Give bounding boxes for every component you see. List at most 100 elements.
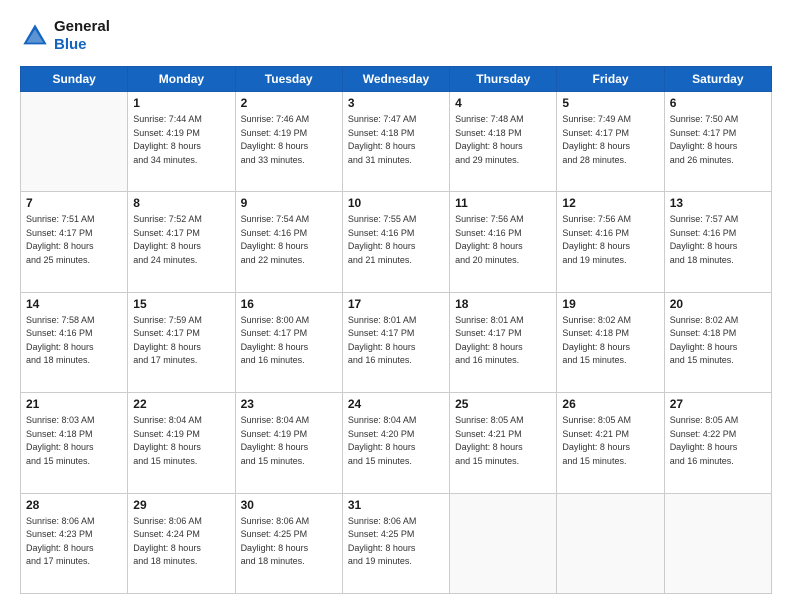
day-number: 25 (455, 397, 551, 411)
day-info: Sunrise: 8:05 AM Sunset: 4:21 PM Dayligh… (455, 414, 551, 468)
calendar-cell: 3Sunrise: 7:47 AM Sunset: 4:18 PM Daylig… (342, 92, 449, 192)
day-header-monday: Monday (128, 67, 235, 92)
calendar-cell: 7 Sunrise: 7:51 AM Sunset: 4:17 PM Daylig… (21, 192, 128, 292)
day-number: 10 (348, 196, 444, 210)
calendar-cell: 12 Sunrise: 7:56 AM Sunset: 4:16 PM Dayli… (557, 192, 664, 292)
day-header-sunday: Sunday (21, 67, 128, 92)
week-row-5: 28 Sunrise: 8:06 AM Sunset: 4:23 PM Dayli… (21, 493, 772, 593)
calendar-cell: 30 Sunrise: 8:06 AM Sunset: 4:25 PM Dayli… (235, 493, 342, 593)
day-info: Sunrise: 7:44 AM Sunset: 4:19 PM Dayligh… (133, 113, 229, 167)
day-info: Sunrise: 7:59 AM Sunset: 4:17 PM Dayligh… (133, 314, 229, 368)
logo: General Blue (20, 18, 110, 54)
calendar-cell: 24Sunrise: 8:04 AM Sunset: 4:20 PM Dayli… (342, 393, 449, 493)
day-number: 7 (26, 196, 122, 210)
day-number: 29 (133, 498, 229, 512)
calendar-cell (664, 493, 771, 593)
calendar-cell: 4 Sunrise: 7:48 AM Sunset: 4:18 PM Daylig… (450, 92, 557, 192)
calendar-cell (450, 493, 557, 593)
day-number: 26 (562, 397, 658, 411)
calendar-cell: 9Sunrise: 7:54 AM Sunset: 4:16 PM Daylig… (235, 192, 342, 292)
day-header-thursday: Thursday (450, 67, 557, 92)
day-info: Sunrise: 7:56 AM Sunset: 4:16 PM Dayligh… (562, 213, 658, 267)
day-number: 4 (455, 96, 551, 110)
day-info: Sunrise: 8:04 AM Sunset: 4:19 PM Dayligh… (241, 414, 337, 468)
calendar-cell: 22 Sunrise: 8:04 AM Sunset: 4:19 PM Dayli… (128, 393, 235, 493)
calendar-cell: 10 Sunrise: 7:55 AM Sunset: 4:16 PM Dayli… (342, 192, 449, 292)
calendar-cell: 8 Sunrise: 7:52 AM Sunset: 4:17 PM Daylig… (128, 192, 235, 292)
day-number: 19 (562, 297, 658, 311)
day-info: Sunrise: 8:06 AM Sunset: 4:23 PM Dayligh… (26, 515, 122, 569)
day-number: 1 (133, 96, 229, 110)
calendar-cell: 15 Sunrise: 7:59 AM Sunset: 4:17 PM Dayli… (128, 292, 235, 392)
calendar-cell: 1 Sunrise: 7:44 AM Sunset: 4:19 PM Daylig… (128, 92, 235, 192)
day-info: Sunrise: 8:03 AM Sunset: 4:18 PM Dayligh… (26, 414, 122, 468)
calendar-cell: 17Sunrise: 8:01 AM Sunset: 4:17 PM Dayli… (342, 292, 449, 392)
day-info: Sunrise: 7:57 AM Sunset: 4:16 PM Dayligh… (670, 213, 766, 267)
day-number: 13 (670, 196, 766, 210)
day-number: 2 (241, 96, 337, 110)
day-info: Sunrise: 7:51 AM Sunset: 4:17 PM Dayligh… (26, 213, 122, 267)
calendar-cell (21, 92, 128, 192)
week-row-2: 7 Sunrise: 7:51 AM Sunset: 4:17 PM Daylig… (21, 192, 772, 292)
calendar-cell: 18Sunrise: 8:01 AM Sunset: 4:17 PM Dayli… (450, 292, 557, 392)
day-header-tuesday: Tuesday (235, 67, 342, 92)
day-number: 17 (348, 297, 444, 311)
week-row-1: 1 Sunrise: 7:44 AM Sunset: 4:19 PM Daylig… (21, 92, 772, 192)
calendar-cell: 29 Sunrise: 8:06 AM Sunset: 4:24 PM Dayli… (128, 493, 235, 593)
day-info: Sunrise: 8:04 AM Sunset: 4:19 PM Dayligh… (133, 414, 229, 468)
day-info: Sunrise: 7:56 AM Sunset: 4:16 PM Dayligh… (455, 213, 551, 267)
day-header-wednesday: Wednesday (342, 67, 449, 92)
calendar-cell: 20 Sunrise: 8:02 AM Sunset: 4:18 PM Dayli… (664, 292, 771, 392)
day-number: 28 (26, 498, 122, 512)
calendar-cell: 31 Sunrise: 8:06 AM Sunset: 4:25 PM Dayli… (342, 493, 449, 593)
calendar-cell: 5Sunrise: 7:49 AM Sunset: 4:17 PM Daylig… (557, 92, 664, 192)
day-number: 21 (26, 397, 122, 411)
day-number: 18 (455, 297, 551, 311)
day-number: 31 (348, 498, 444, 512)
day-info: Sunrise: 7:50 AM Sunset: 4:17 PM Dayligh… (670, 113, 766, 167)
day-info: Sunrise: 8:05 AM Sunset: 4:22 PM Dayligh… (670, 414, 766, 468)
day-number: 20 (670, 297, 766, 311)
day-info: Sunrise: 8:06 AM Sunset: 4:24 PM Dayligh… (133, 515, 229, 569)
logo-icon (20, 21, 50, 51)
day-number: 27 (670, 397, 766, 411)
day-info: Sunrise: 7:54 AM Sunset: 4:16 PM Dayligh… (241, 213, 337, 267)
day-number: 30 (241, 498, 337, 512)
week-row-4: 21 Sunrise: 8:03 AM Sunset: 4:18 PM Dayli… (21, 393, 772, 493)
day-number: 23 (241, 397, 337, 411)
calendar-cell: 26 Sunrise: 8:05 AM Sunset: 4:21 PM Dayli… (557, 393, 664, 493)
calendar-header-row: SundayMondayTuesdayWednesdayThursdayFrid… (21, 67, 772, 92)
calendar-cell: 21 Sunrise: 8:03 AM Sunset: 4:18 PM Dayli… (21, 393, 128, 493)
day-info: Sunrise: 7:58 AM Sunset: 4:16 PM Dayligh… (26, 314, 122, 368)
day-info: Sunrise: 7:46 AM Sunset: 4:19 PM Dayligh… (241, 113, 337, 167)
day-info: Sunrise: 8:00 AM Sunset: 4:17 PM Dayligh… (241, 314, 337, 368)
day-info: Sunrise: 7:55 AM Sunset: 4:16 PM Dayligh… (348, 213, 444, 267)
header: General Blue (20, 18, 772, 54)
day-info: Sunrise: 7:48 AM Sunset: 4:18 PM Dayligh… (455, 113, 551, 167)
day-info: Sunrise: 8:06 AM Sunset: 4:25 PM Dayligh… (241, 515, 337, 569)
day-info: Sunrise: 7:52 AM Sunset: 4:17 PM Dayligh… (133, 213, 229, 267)
day-number: 5 (562, 96, 658, 110)
day-number: 15 (133, 297, 229, 311)
calendar-cell: 13 Sunrise: 7:57 AM Sunset: 4:16 PM Dayli… (664, 192, 771, 292)
day-header-friday: Friday (557, 67, 664, 92)
calendar-cell: 25 Sunrise: 8:05 AM Sunset: 4:21 PM Dayli… (450, 393, 557, 493)
day-number: 14 (26, 297, 122, 311)
week-row-3: 14 Sunrise: 7:58 AM Sunset: 4:16 PM Dayli… (21, 292, 772, 392)
day-number: 12 (562, 196, 658, 210)
day-info: Sunrise: 8:02 AM Sunset: 4:18 PM Dayligh… (562, 314, 658, 368)
day-info: Sunrise: 7:47 AM Sunset: 4:18 PM Dayligh… (348, 113, 444, 167)
logo-text: General Blue (54, 18, 110, 54)
day-info: Sunrise: 8:02 AM Sunset: 4:18 PM Dayligh… (670, 314, 766, 368)
day-number: 22 (133, 397, 229, 411)
day-number: 24 (348, 397, 444, 411)
day-number: 8 (133, 196, 229, 210)
calendar-cell (557, 493, 664, 593)
day-info: Sunrise: 8:06 AM Sunset: 4:25 PM Dayligh… (348, 515, 444, 569)
calendar-cell: 11Sunrise: 7:56 AM Sunset: 4:16 PM Dayli… (450, 192, 557, 292)
day-number: 6 (670, 96, 766, 110)
page: General Blue SundayMondayTuesdayWednesda… (0, 0, 792, 612)
calendar-cell: 16 Sunrise: 8:00 AM Sunset: 4:17 PM Dayli… (235, 292, 342, 392)
day-number: 16 (241, 297, 337, 311)
day-info: Sunrise: 8:05 AM Sunset: 4:21 PM Dayligh… (562, 414, 658, 468)
